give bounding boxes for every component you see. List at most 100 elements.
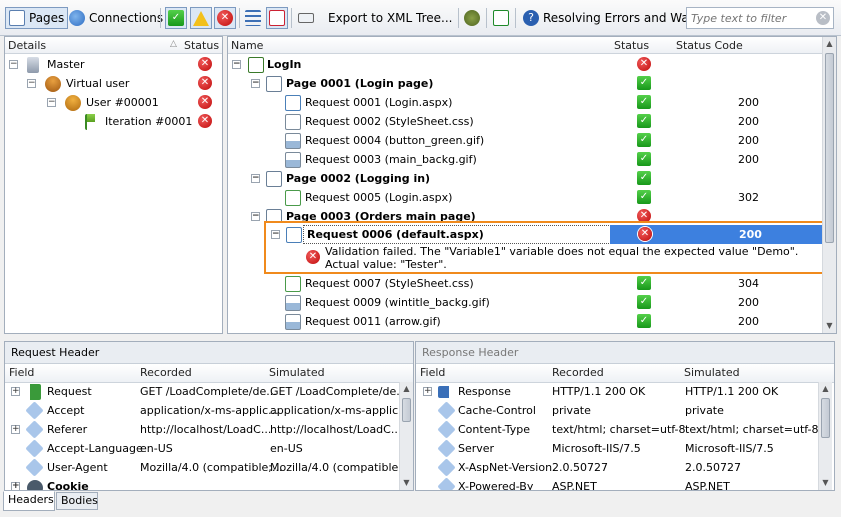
- tree-row-request-selected[interactable]: − Request 0006 (default.aspx) ✕ 200: [266, 225, 823, 244]
- response-field-row[interactable]: X-AspNet-Version 2.0.50727 2.0.50727: [416, 458, 818, 477]
- pages-button[interactable]: Pages: [5, 7, 69, 29]
- status-code-column-header[interactable]: Status Code: [676, 39, 743, 52]
- pages-label: Pages: [29, 11, 65, 25]
- debug-button[interactable]: [462, 7, 482, 29]
- page-icon: [266, 171, 282, 187]
- status-code: 200: [738, 115, 759, 128]
- recorded-column-header[interactable]: Recorded: [140, 366, 192, 379]
- scroll-thumb[interactable]: [821, 398, 830, 438]
- tree-node-iteration[interactable]: Iteration #0001 ✕: [9, 112, 219, 131]
- status-column-header[interactable]: Status: [614, 39, 649, 52]
- open-in-window-button[interactable]: [491, 7, 511, 29]
- row-label: Request 0001 (Login.aspx): [305, 96, 453, 109]
- image-file-icon: [285, 133, 301, 149]
- collapse-icon[interactable]: −: [251, 174, 260, 183]
- tree-row-request[interactable]: Request 0002 (StyleSheet.css) ✓ 200: [228, 112, 822, 131]
- request-field-row[interactable]: Accept-Language en-US en-US: [5, 439, 399, 458]
- response-arrow-icon: [438, 386, 454, 398]
- tree-row-request[interactable]: Request 0001 (Login.aspx) ✓ 200: [228, 93, 822, 112]
- expand-icon[interactable]: +: [11, 482, 20, 490]
- warning-icon: [193, 10, 209, 26]
- vertical-scrollbar[interactable]: ▲ ▼: [818, 382, 832, 490]
- scroll-down-icon[interactable]: ▼: [819, 476, 832, 490]
- tab-bodies[interactable]: Bodies: [56, 492, 98, 510]
- recorded-value: Mozilla/4.0 (compatible;...: [140, 461, 283, 474]
- recorded-value: private: [552, 404, 591, 417]
- export-xml-button[interactable]: Export to XML Tree...: [321, 7, 455, 29]
- expand-icon[interactable]: +: [423, 387, 432, 396]
- simulated-column-header[interactable]: Simulated: [269, 366, 325, 379]
- request-field-row[interactable]: + Request GET /LoadComplete/de... GET /L…: [5, 382, 407, 401]
- recorded-value: ASP.NET: [552, 480, 597, 491]
- request-field-row[interactable]: + Cookie: [5, 477, 399, 490]
- field-name: Request: [47, 385, 92, 398]
- toolbar-separator: [486, 8, 487, 28]
- tree-row-request[interactable]: Request 0011 (arrow.gif) ✓ 200: [228, 312, 822, 331]
- field-column-header[interactable]: Field: [420, 366, 445, 379]
- recorded-column-header[interactable]: Recorded: [552, 366, 604, 379]
- vertical-scrollbar[interactable]: ▲ ▼: [399, 382, 413, 490]
- details-column-header[interactable]: Details: [8, 39, 46, 52]
- simulated-column-header[interactable]: Simulated: [684, 366, 740, 379]
- tree-row-request[interactable]: Request 0003 (main_backg.gif) ✓ 200: [228, 150, 822, 169]
- response-field-row[interactable]: Cache-Control private private: [416, 401, 818, 420]
- tree-row-page[interactable]: − Page 0002 (Logging in) ✓: [228, 169, 822, 188]
- show-success-toggle[interactable]: ✓: [165, 7, 187, 29]
- tree-row-request[interactable]: Request 0005 (Login.aspx) ✓ 302: [228, 188, 822, 207]
- response-header-panel: Response Header Field Recorded Simulated…: [415, 341, 835, 491]
- tab-headers[interactable]: Headers: [3, 491, 55, 511]
- collapse-icon[interactable]: −: [271, 230, 280, 239]
- collapse-icon[interactable]: −: [251, 79, 260, 88]
- tree-row-page[interactable]: − Page 0001 (Login page) ✓: [228, 74, 822, 93]
- expand-icon[interactable]: +: [11, 387, 20, 396]
- show-warnings-toggle[interactable]: [190, 7, 212, 29]
- scroll-thumb[interactable]: [825, 53, 834, 243]
- tree-row-request[interactable]: Request 0004 (button_green.gif) ✓ 200: [228, 131, 822, 150]
- response-field-row[interactable]: Content-Type text/html; charset=utf-8 te…: [416, 420, 819, 439]
- response-field-row[interactable]: + Response HTTP/1.1 200 OK HTTP/1.1 200 …: [416, 382, 818, 401]
- help-label: Resolving Errors and War...: [543, 11, 705, 25]
- scroll-down-icon[interactable]: ▼: [823, 319, 836, 333]
- tree-node-master[interactable]: − Master ✕: [9, 55, 219, 74]
- field-column-header[interactable]: Field: [9, 366, 34, 379]
- status-column-header[interactable]: Status: [184, 39, 219, 52]
- collapse-icon[interactable]: −: [251, 212, 260, 221]
- response-field-row[interactable]: Server Microsoft-IIS/7.5 Microsoft-IIS/7…: [416, 439, 818, 458]
- toolbar-separator: [239, 8, 240, 28]
- scroll-up-icon[interactable]: ▲: [819, 382, 832, 396]
- tree-node-user[interactable]: − User #00001 ✕: [9, 93, 219, 112]
- vertical-scrollbar[interactable]: ▲ ▼: [822, 37, 836, 333]
- request-field-row[interactable]: + Referer http://localhost/LoadC... http…: [5, 420, 401, 439]
- collapse-icon[interactable]: −: [9, 60, 18, 69]
- success-status-icon: ✓: [637, 114, 651, 128]
- filter-box[interactable]: ✕: [686, 7, 834, 29]
- scroll-up-icon[interactable]: ▲: [823, 37, 836, 51]
- scroll-thumb[interactable]: [402, 398, 411, 422]
- response-field-row[interactable]: X-Powered-By ASP.NET ASP.NET: [416, 477, 818, 491]
- request-field-row[interactable]: User-Agent Mozilla/4.0 (compatible;... M…: [5, 458, 412, 477]
- clear-filter-icon[interactable]: ✕: [816, 11, 830, 25]
- details-view-button[interactable]: [266, 7, 288, 29]
- collapse-icon[interactable]: −: [47, 98, 56, 107]
- tree-row-request[interactable]: Request 0007 (StyleSheet.css) ✓ 304: [228, 274, 822, 293]
- tree-row-request[interactable]: Request 0009 (wintitle_backg.gif) ✓ 200: [228, 293, 822, 312]
- record-button[interactable]: [296, 7, 316, 29]
- export-xml-label: Export to XML Tree...: [328, 11, 453, 25]
- expand-icon[interactable]: +: [11, 425, 20, 434]
- help-button[interactable]: ? Resolving Errors and War...: [520, 7, 707, 29]
- list-view-button[interactable]: [243, 7, 263, 29]
- tree-node-virtual-user[interactable]: − Virtual user ✕: [9, 74, 219, 93]
- scroll-down-icon[interactable]: ▼: [400, 476, 413, 490]
- request-field-row[interactable]: Accept application/x-ms-applic... applic…: [5, 401, 409, 420]
- connections-button[interactable]: Connections: [66, 7, 166, 29]
- validation-message-row[interactable]: ✕ Validation failed. The "Variable1" var…: [306, 245, 821, 273]
- collapse-icon[interactable]: −: [232, 60, 241, 69]
- show-errors-toggle[interactable]: ✕: [214, 7, 236, 29]
- name-column-header[interactable]: Name: [231, 39, 263, 52]
- collapse-icon[interactable]: −: [27, 79, 36, 88]
- details-tree-panel: Details △ Status − Master ✕ − Virtual us…: [4, 36, 223, 334]
- scroll-up-icon[interactable]: ▲: [400, 382, 413, 396]
- status-code: 200: [738, 96, 759, 109]
- filter-input[interactable]: [687, 8, 811, 28]
- tree-row-login[interactable]: − LogIn ✕: [228, 55, 822, 74]
